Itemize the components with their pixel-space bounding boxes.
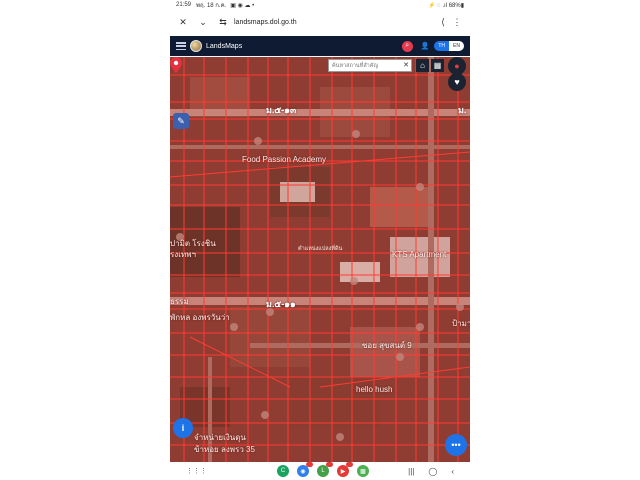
map-label-food-passion: Food Passion Academy xyxy=(242,155,327,164)
phone-app-icon[interactable]: C xyxy=(277,465,289,477)
landsmaps-logo xyxy=(190,40,202,52)
system-status-icons: ⚡ ◌ .ıl 68%▮ xyxy=(427,2,464,9)
info-icon[interactable]: i xyxy=(173,418,193,438)
date: พฤ. 18 ก.ค. xyxy=(196,3,227,9)
heart-icon[interactable]: ♥ xyxy=(448,73,466,91)
clock: 21:59 xyxy=(176,2,192,8)
language-toggle[interactable]: TH EN xyxy=(434,41,464,51)
app-drawer-icon[interactable]: ⋮⋮⋮ xyxy=(186,467,207,475)
search-icon[interactable]: ⌕ xyxy=(401,40,413,52)
phone-screen: 21:59 พฤ. 18 ก.ค. ▣ ◉ ☁ • ⚡ ◌ .ıl 68%▮ ✕… xyxy=(170,0,470,480)
marker-label: ตำแหน่งแปลงที่ดิน xyxy=(298,246,343,252)
chevron-down-icon[interactable]: ⌄ xyxy=(196,15,210,29)
map-label-bottom-b: ข้าหอย ลงพรว 35 xyxy=(194,445,255,454)
satellite-map[interactable]: ม.๕-๑๓ ม. Food Passion Academy KTS Apart… xyxy=(170,57,470,462)
map-label-right-a: ป้ามา xyxy=(452,319,470,328)
map-label-left-b: รงเทพฯ xyxy=(170,250,196,259)
clear-search-icon[interactable]: ✕ xyxy=(403,61,409,69)
home-icon[interactable]: ⌂ xyxy=(416,59,429,72)
home-button-icon[interactable]: ◯ xyxy=(428,467,437,476)
map-label-kts-apartment: KTS Apartment xyxy=(392,250,447,259)
close-tab-icon[interactable]: ✕ xyxy=(176,15,190,29)
notification-icons: ▣ ◉ ☁ • xyxy=(230,2,255,9)
back-icon[interactable]: ‹ xyxy=(451,467,454,476)
site-settings-icon[interactable]: ⇆ xyxy=(216,15,230,29)
map-label-soi: ซอย สุขสนต์ 9 xyxy=(362,341,412,350)
grid-icon[interactable]: ▦ xyxy=(431,59,444,72)
android-nav-bar: ⋮⋮⋮ C ◉ L ▶ ▩ ||| ◯ ‹ xyxy=(170,462,470,480)
grid-app-icon[interactable]: ▩ xyxy=(357,465,369,477)
map-label-road-top: ม.๕-๑๓ xyxy=(266,105,297,115)
url-text[interactable]: landsmaps.dol.go.th xyxy=(234,19,297,26)
measure-icon[interactable]: ✎ xyxy=(173,113,189,129)
map-canvas xyxy=(170,57,470,462)
status-bar: 21:59 พฤ. 18 ก.ค. ▣ ◉ ☁ • ⚡ ◌ .ıl 68%▮ xyxy=(170,0,470,10)
app-dock: C ◉ L ▶ ▩ xyxy=(277,462,369,477)
map-label-road-mid: ม.๕-๑๑ xyxy=(266,299,296,309)
map-label-road-top-right: ม. xyxy=(458,105,467,115)
lang-en-option[interactable]: EN xyxy=(449,41,464,51)
system-buttons: ||| ◯ ‹ xyxy=(408,467,454,476)
video-app-icon[interactable]: ▶ xyxy=(337,462,353,477)
browser-toolbar: ✕ ⌄ ⇆ landsmaps.dol.go.th ⟨ ⋮ xyxy=(170,11,470,33)
map-label-left-c: ธรรม xyxy=(170,297,189,306)
lang-th-option[interactable]: TH xyxy=(434,41,450,51)
place-search-input[interactable]: ค้นหาสถานที่สำคัญ ✕ xyxy=(328,59,412,72)
hamburger-menu-icon[interactable] xyxy=(176,42,186,50)
location-marker-icon[interactable] xyxy=(170,57,182,73)
search-placeholder: ค้นหาสถานที่สำคัญ xyxy=(332,62,379,69)
more-options-icon[interactable]: ⋮ xyxy=(450,15,464,29)
more-horizontal-icon[interactable]: ••• xyxy=(445,434,467,456)
share-icon[interactable]: ⟨ xyxy=(436,15,450,29)
chat-app-icon[interactable]: ◉ xyxy=(297,462,313,477)
line-app-icon[interactable]: L xyxy=(317,462,333,477)
recent-apps-icon[interactable]: ||| xyxy=(408,467,414,476)
user-icon[interactable]: 👤 xyxy=(421,42,430,50)
map-label-hello-hush: hello hush xyxy=(356,385,393,394)
app-title: LandsMaps xyxy=(206,42,243,50)
app-header: LandsMaps ⌕ 👤 TH EN xyxy=(170,36,470,56)
map-label-left-d: พักหล องพรวันว่า xyxy=(170,313,230,322)
